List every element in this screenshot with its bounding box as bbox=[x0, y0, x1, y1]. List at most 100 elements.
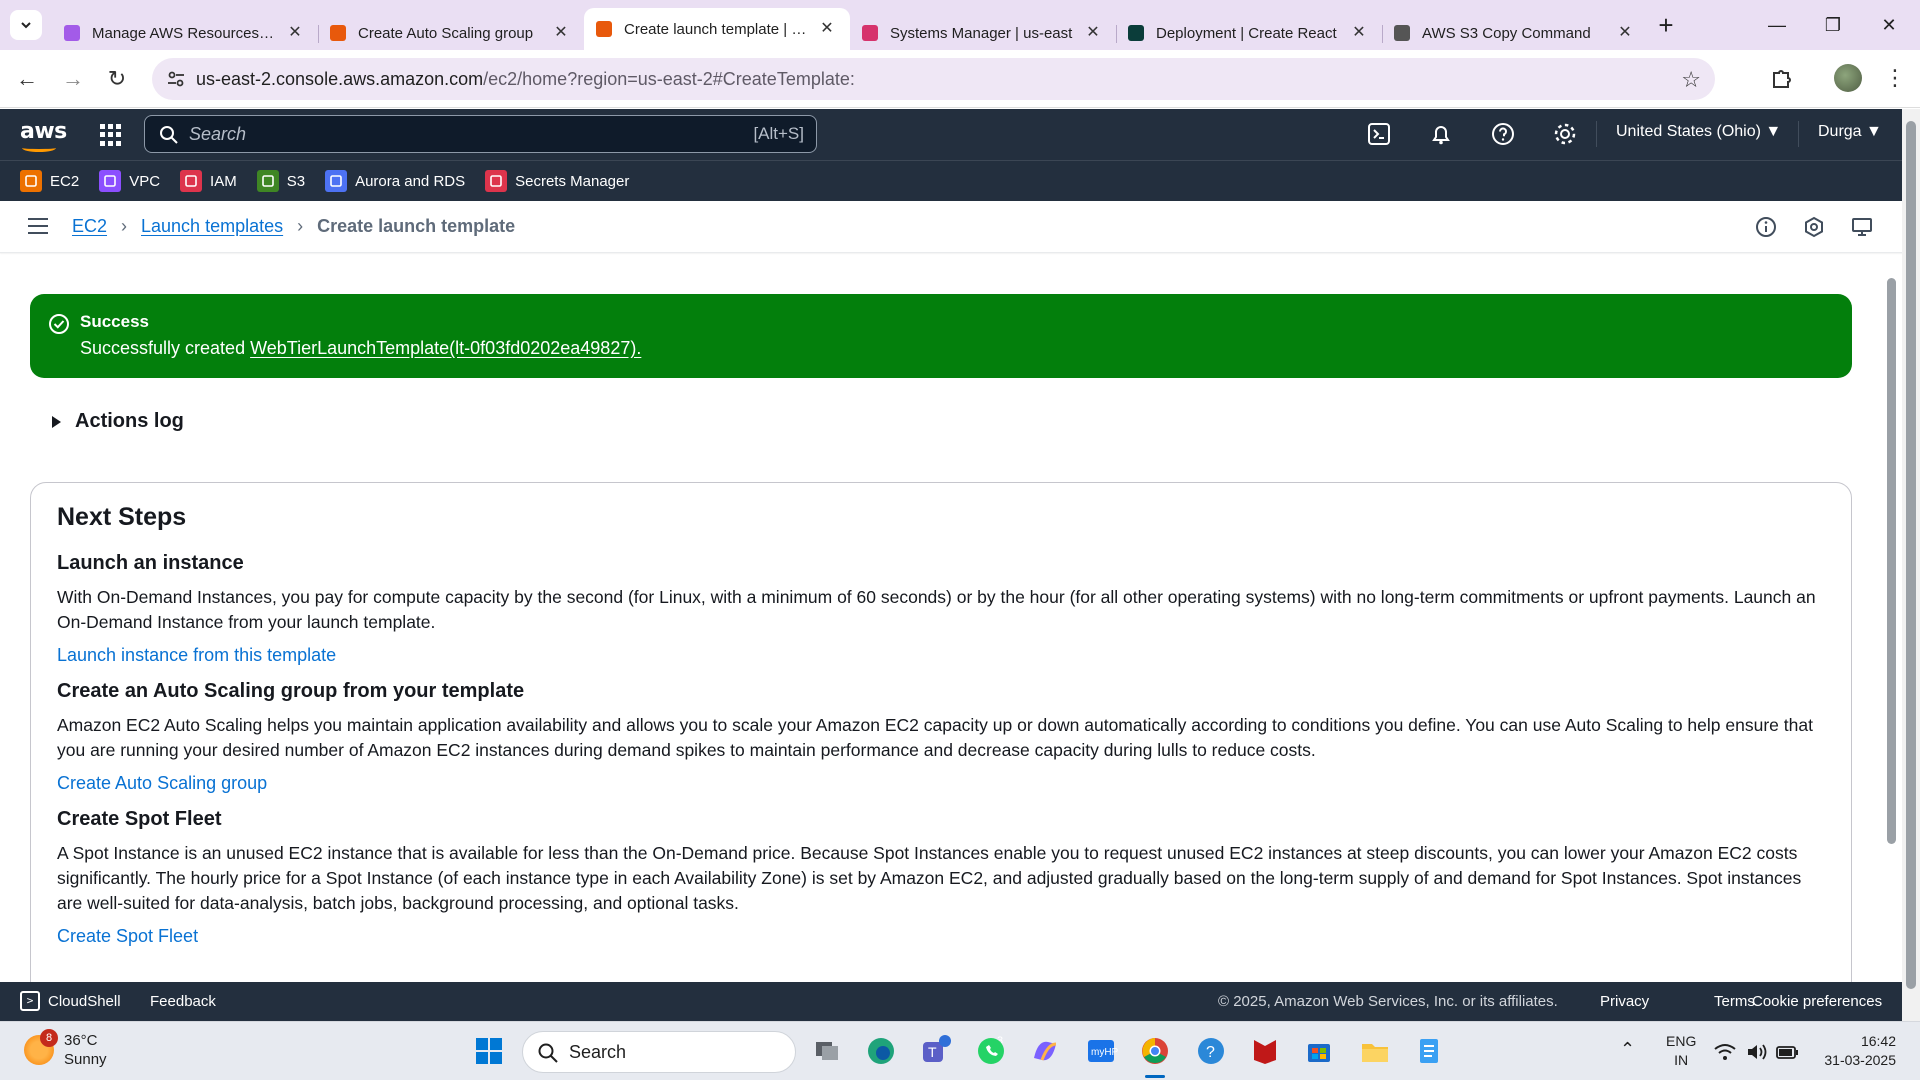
browser-tab[interactable]: AWS S3 Copy Command ✕ bbox=[1382, 16, 1648, 50]
notifications-bell-icon[interactable] bbox=[1428, 121, 1454, 147]
notepad-icon[interactable] bbox=[1412, 1034, 1446, 1068]
close-window-button[interactable]: ✕ bbox=[1874, 10, 1904, 40]
section-heading-spot-fleet: Create Spot Fleet bbox=[57, 808, 222, 830]
taskbar-search[interactable]: Search bbox=[522, 1031, 796, 1073]
help-icon[interactable] bbox=[1490, 121, 1516, 147]
aws-top-nav: aws Search [Alt+S] United States (Ohio) … bbox=[0, 109, 1920, 160]
clock[interactable]: 16:42 31-03-2025 bbox=[1816, 1032, 1896, 1070]
restore-button[interactable]: ❐ bbox=[1818, 10, 1848, 40]
tab-title: Deployment | Create React bbox=[1156, 24, 1337, 42]
privacy-link[interactable]: Privacy bbox=[1600, 993, 1649, 1010]
browser-tab[interactable]: Create launch template | EC ✕ bbox=[584, 8, 850, 50]
tab-title: Manage AWS Resources - A bbox=[92, 24, 278, 42]
feedback-link[interactable]: Feedback bbox=[150, 993, 216, 1010]
browser-tab[interactable]: Systems Manager | us-east ✕ bbox=[850, 16, 1116, 50]
browser-tab-strip: Manage AWS Resources - A ✕ Create Auto Sca… bbox=[0, 0, 1920, 50]
actions-log-label: Actions log bbox=[75, 410, 184, 432]
section-heading-launch-instance: Launch an instance bbox=[57, 552, 244, 574]
launch-template-link[interactable]: WebTierLaunchTemplate(lt-0f03fd0202ea498… bbox=[250, 338, 641, 358]
task-view-icon[interactable] bbox=[810, 1034, 844, 1068]
browser-menu-button[interactable]: ⋮ bbox=[1884, 64, 1906, 92]
close-tab-icon[interactable]: ✕ bbox=[1616, 24, 1634, 42]
content-scrollbar[interactable] bbox=[1884, 254, 1898, 982]
create-spot-fleet-link[interactable]: Create Spot Fleet bbox=[57, 926, 1825, 947]
cookie-preferences-link[interactable]: Cookie preferences bbox=[1752, 993, 1882, 1010]
microsoft-store-icon[interactable] bbox=[1302, 1034, 1336, 1068]
aws-search-input[interactable]: Search [Alt+S] bbox=[144, 115, 817, 153]
edge-browser-icon[interactable] bbox=[864, 1034, 898, 1068]
services-menu-icon[interactable] bbox=[100, 124, 122, 146]
mcafee-icon[interactable] bbox=[1248, 1034, 1282, 1068]
cloudshell-icon: > bbox=[20, 991, 40, 1011]
wifi-icon[interactable] bbox=[1712, 1039, 1738, 1065]
extensions-icon[interactable] bbox=[1766, 63, 1796, 93]
chrome-icon[interactable] bbox=[1138, 1034, 1172, 1068]
cloudshell-button[interactable]: > CloudShell bbox=[20, 991, 121, 1011]
weather-widget[interactable]: 8 36°C Sunny bbox=[24, 1029, 107, 1069]
favorite-service-link[interactable]: VPC bbox=[99, 170, 160, 192]
main-content: Success Successfully created WebTierLaun… bbox=[0, 254, 1884, 982]
close-tab-icon[interactable]: ✕ bbox=[1350, 24, 1368, 42]
hp-app-icon[interactable]: myHP bbox=[1084, 1034, 1118, 1068]
favorite-service-link[interactable]: EC2 bbox=[20, 170, 79, 192]
browser-tab[interactable]: Deployment | Create React ✕ bbox=[1116, 16, 1382, 50]
actions-log-toggle[interactable]: Actions log bbox=[52, 410, 184, 433]
whatsapp-icon[interactable] bbox=[974, 1034, 1008, 1068]
teams-icon[interactable]: T bbox=[918, 1034, 952, 1068]
battery-icon[interactable] bbox=[1774, 1039, 1800, 1065]
region-code: IN bbox=[1674, 1052, 1689, 1068]
settings-gear-icon[interactable] bbox=[1552, 121, 1578, 147]
info-icon[interactable] bbox=[1754, 215, 1778, 239]
tab-favicon-icon bbox=[596, 21, 612, 37]
windows-start-icon[interactable] bbox=[472, 1034, 506, 1068]
tab-title: AWS S3 Copy Command bbox=[1422, 24, 1591, 42]
minimize-button[interactable]: — bbox=[1762, 10, 1792, 40]
reload-button[interactable]: ↻ bbox=[102, 64, 132, 94]
display-preferences-icon[interactable] bbox=[1850, 215, 1874, 239]
forward-button[interactable]: → bbox=[58, 64, 88, 94]
launch-instance-link[interactable]: Launch instance from this template bbox=[57, 645, 1825, 666]
page-scrollbar[interactable] bbox=[1902, 109, 1920, 1021]
favorite-service-link[interactable]: Aurora and RDS bbox=[325, 170, 465, 192]
account-menu[interactable]: Durga ▼ bbox=[1818, 123, 1882, 141]
page-scrollbar-thumb[interactable] bbox=[1906, 121, 1916, 989]
content-scrollbar-thumb[interactable] bbox=[1887, 278, 1896, 844]
language-indicator[interactable]: ENG IN bbox=[1666, 1032, 1696, 1070]
feedback-icon[interactable] bbox=[1802, 215, 1826, 239]
copilot-icon[interactable] bbox=[1028, 1034, 1062, 1068]
volume-icon[interactable] bbox=[1744, 1039, 1770, 1065]
tab-favicon-icon bbox=[330, 25, 346, 41]
site-info-icon[interactable] bbox=[166, 69, 186, 89]
cloudshell-label: CloudShell bbox=[48, 992, 121, 1010]
close-tab-icon[interactable]: ✕ bbox=[286, 24, 304, 42]
side-nav-toggle-icon[interactable] bbox=[28, 218, 48, 234]
terms-link[interactable]: Terms bbox=[1714, 993, 1755, 1010]
cloudshell-icon[interactable] bbox=[1366, 121, 1392, 147]
browser-tab[interactable]: Manage AWS Resources - A ✕ bbox=[52, 16, 318, 50]
close-tab-icon[interactable]: ✕ bbox=[818, 20, 836, 38]
get-help-icon[interactable]: ? bbox=[1194, 1034, 1228, 1068]
create-auto-scaling-group-link[interactable]: Create Auto Scaling group bbox=[57, 773, 1825, 794]
close-tab-icon[interactable]: ✕ bbox=[1084, 24, 1102, 42]
new-tab-button[interactable]: + bbox=[1652, 12, 1680, 40]
browser-tab[interactable]: Create Auto Scaling group ✕ bbox=[318, 16, 584, 50]
favorite-service-link[interactable]: S3 bbox=[256, 170, 305, 192]
aws-logo[interactable]: aws bbox=[20, 119, 67, 152]
url-bar[interactable]: us-east-2.console.aws.amazon.com/ec2/hom… bbox=[152, 58, 1715, 100]
favorite-service-label: EC2 bbox=[50, 172, 80, 190]
cookie-preferences-label: Cookie preferences bbox=[1752, 993, 1883, 1010]
profile-avatar[interactable] bbox=[1834, 64, 1862, 92]
favorite-service-link[interactable]: Secrets Manager bbox=[485, 170, 629, 192]
tab-search-button[interactable] bbox=[10, 10, 42, 40]
tab-favicon-icon bbox=[862, 25, 878, 41]
show-hidden-icons-chevron-up-icon[interactable]: ⌃ bbox=[1620, 1040, 1635, 1059]
aws-footer: > CloudShell Feedback © 2025, Amazon Web… bbox=[0, 982, 1902, 1021]
file-explorer-icon[interactable] bbox=[1358, 1034, 1392, 1068]
region-selector[interactable]: United States (Ohio) ▼ bbox=[1616, 123, 1781, 141]
bookmark-star-icon[interactable]: ☆ bbox=[1681, 67, 1701, 93]
back-button[interactable]: ← bbox=[12, 64, 42, 94]
breadcrumb-launch-templates[interactable]: Launch templates bbox=[141, 216, 283, 237]
breadcrumb-ec2[interactable]: EC2 bbox=[72, 216, 107, 237]
close-tab-icon[interactable]: ✕ bbox=[552, 24, 570, 42]
favorite-service-link[interactable]: IAM bbox=[180, 170, 237, 192]
